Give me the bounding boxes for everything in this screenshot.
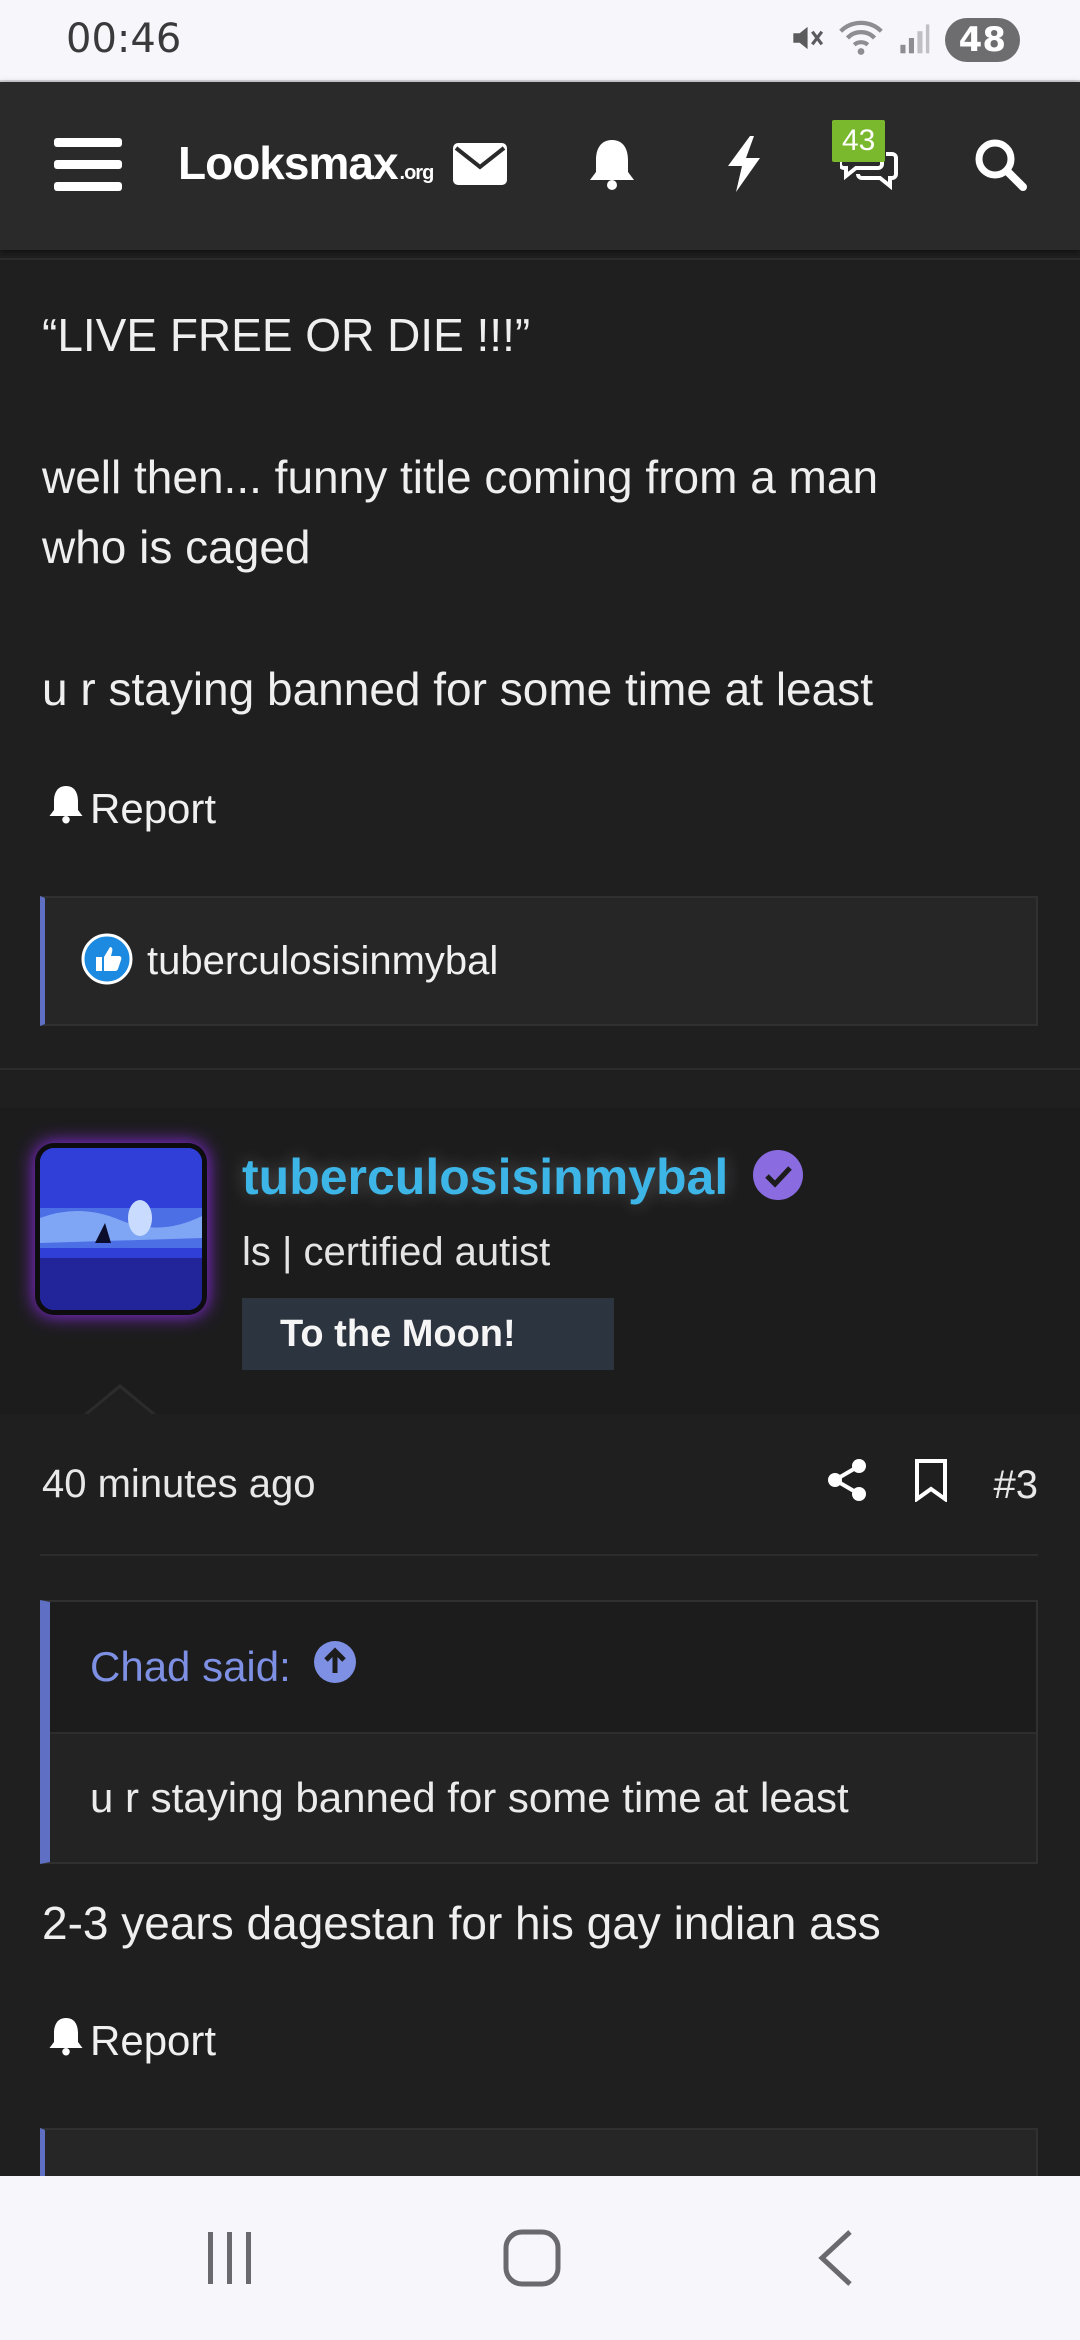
- username-text: tuberculosisinmybal: [242, 1149, 729, 1205]
- post-number[interactable]: #3: [994, 1463, 1039, 1508]
- system-nav-bar: [0, 2176, 1080, 2340]
- post-line: well then... funny title coming from a m…: [42, 451, 879, 503]
- quote-block: Chad said: u r staying banned for some t…: [40, 1600, 1038, 1864]
- post-actions: #3: [826, 1458, 1039, 1512]
- home-button[interactable]: [502, 2229, 562, 2292]
- search-icon: [973, 137, 1027, 196]
- signal-icon: [897, 21, 931, 60]
- report-label: Report: [90, 785, 217, 832]
- reactions-bar[interactable]: tuberculosisinmybal: [40, 896, 1038, 1026]
- user-banner: To the Moon!: [242, 1298, 614, 1370]
- logo-suffix: .org: [399, 162, 435, 184]
- menu-button[interactable]: [40, 82, 136, 250]
- report-link[interactable]: Report: [48, 2016, 216, 2066]
- post-line: u r staying banned for some time at leas…: [42, 663, 873, 715]
- site-logo[interactable]: Looksmax .org: [178, 136, 435, 190]
- arrow-up-circle-icon[interactable]: [313, 1640, 357, 1694]
- search-button[interactable]: [970, 82, 1030, 250]
- reaction-user[interactable]: tuberculosisinmybal: [147, 939, 498, 984]
- home-icon: [503, 2229, 561, 2292]
- report-label: Report: [90, 2017, 217, 2064]
- bookmark-icon: [914, 1459, 948, 1511]
- post-line: who is caged: [42, 521, 311, 573]
- post-time[interactable]: 40 minutes ago: [42, 1462, 316, 1507]
- post-author-block: tuberculosisinmybal ls | certified autis…: [0, 1108, 1080, 1414]
- logo-text: Looksmax: [178, 137, 399, 189]
- user-title: ls | certified autist: [242, 1230, 551, 1274]
- report-link[interactable]: Report: [48, 784, 216, 834]
- bell-icon: [48, 2016, 84, 2066]
- lightning-icon: [724, 135, 764, 197]
- menu-icon: [54, 134, 122, 199]
- post-username[interactable]: tuberculosisinmybal: [242, 1148, 804, 1213]
- mail-icon: [453, 142, 507, 190]
- battery-indicator: 48: [944, 18, 1020, 62]
- quote-header[interactable]: Chad said:: [50, 1602, 1036, 1734]
- status-bar: 00:46 48: [0, 0, 1080, 82]
- conversations-button[interactable]: [838, 82, 902, 250]
- recents-button[interactable]: [200, 2230, 260, 2290]
- post-line: “LIVE FREE OR DIE !!!”: [42, 309, 531, 361]
- verified-icon: [752, 1149, 804, 1213]
- author-pointer-inner: [86, 1388, 154, 1416]
- divider: [40, 1554, 1038, 1556]
- status-icons: 48: [787, 18, 1020, 62]
- like-icon: [81, 933, 133, 990]
- share-button[interactable]: [826, 1458, 868, 1512]
- share-icon: [826, 1459, 868, 1511]
- back-icon: [814, 2228, 858, 2293]
- avatar[interactable]: [40, 1148, 202, 1310]
- recents-icon: [202, 2230, 258, 2291]
- divider: [0, 258, 1080, 260]
- bookmark-button[interactable]: [914, 1458, 948, 1512]
- top-navbar: Looksmax .org 43: [0, 82, 1080, 250]
- wifi-icon: [838, 19, 883, 62]
- quote-attribution: Chad said:: [90, 1643, 291, 1690]
- unread-badge: 43: [832, 120, 886, 162]
- whats-new-button[interactable]: [716, 82, 772, 250]
- mute-icon: [787, 19, 825, 62]
- bell-icon: [48, 784, 84, 834]
- alerts-button[interactable]: [584, 82, 640, 250]
- back-button[interactable]: [806, 2228, 866, 2293]
- bell-icon: [588, 138, 636, 195]
- post-body: 2-3 years dagestan for his gay indian as…: [42, 1897, 881, 1949]
- status-time: 00:46: [66, 16, 182, 62]
- quote-text: u r staying banned for some time at leas…: [50, 1734, 1036, 1862]
- inbox-button[interactable]: [450, 82, 510, 250]
- divider: [0, 1068, 1080, 1070]
